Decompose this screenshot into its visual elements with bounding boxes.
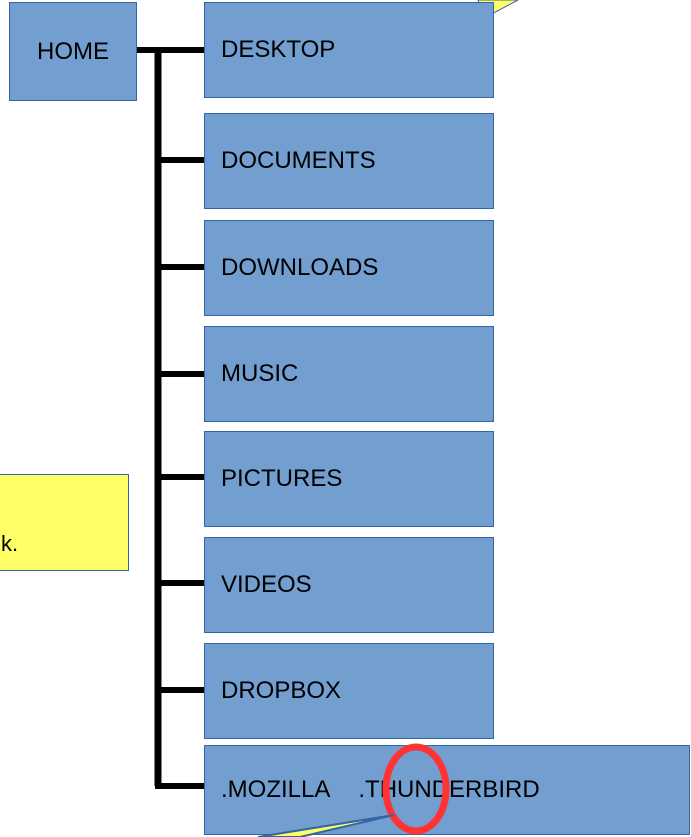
folder-label: VIDEOS	[221, 571, 312, 598]
folder-label: DOCUMENTS	[221, 147, 376, 174]
callout-text: k.	[1, 531, 19, 556]
folder-label: PICTURES	[221, 465, 343, 492]
folder-videos: VIDEOS	[204, 537, 494, 633]
folder-label: MUSIC	[221, 360, 299, 387]
folder-pictures: PICTURES	[204, 431, 494, 527]
folder-mozilla-label: .MOZILLA	[221, 776, 331, 803]
folder-desktop: DESKTOP	[204, 2, 494, 98]
home-label: HOME	[37, 37, 109, 65]
left-callout: k.	[0, 474, 129, 571]
folder-downloads: DOWNLOADS	[204, 220, 494, 316]
folder-dropbox: DROPBOX	[204, 643, 494, 739]
folder-hidden-row: .MOZILLA .THUNDERBIRD	[204, 745, 690, 835]
folder-label: DROPBOX	[221, 677, 342, 704]
folder-label: DESKTOP	[221, 36, 336, 63]
folder-music: MUSIC	[204, 326, 494, 422]
home-node: HOME	[9, 2, 137, 101]
folder-thunderbird-label: .THUNDERBIRD	[358, 776, 540, 803]
folder-documents: DOCUMENTS	[204, 113, 494, 209]
folder-label: DOWNLOADS	[221, 254, 379, 281]
